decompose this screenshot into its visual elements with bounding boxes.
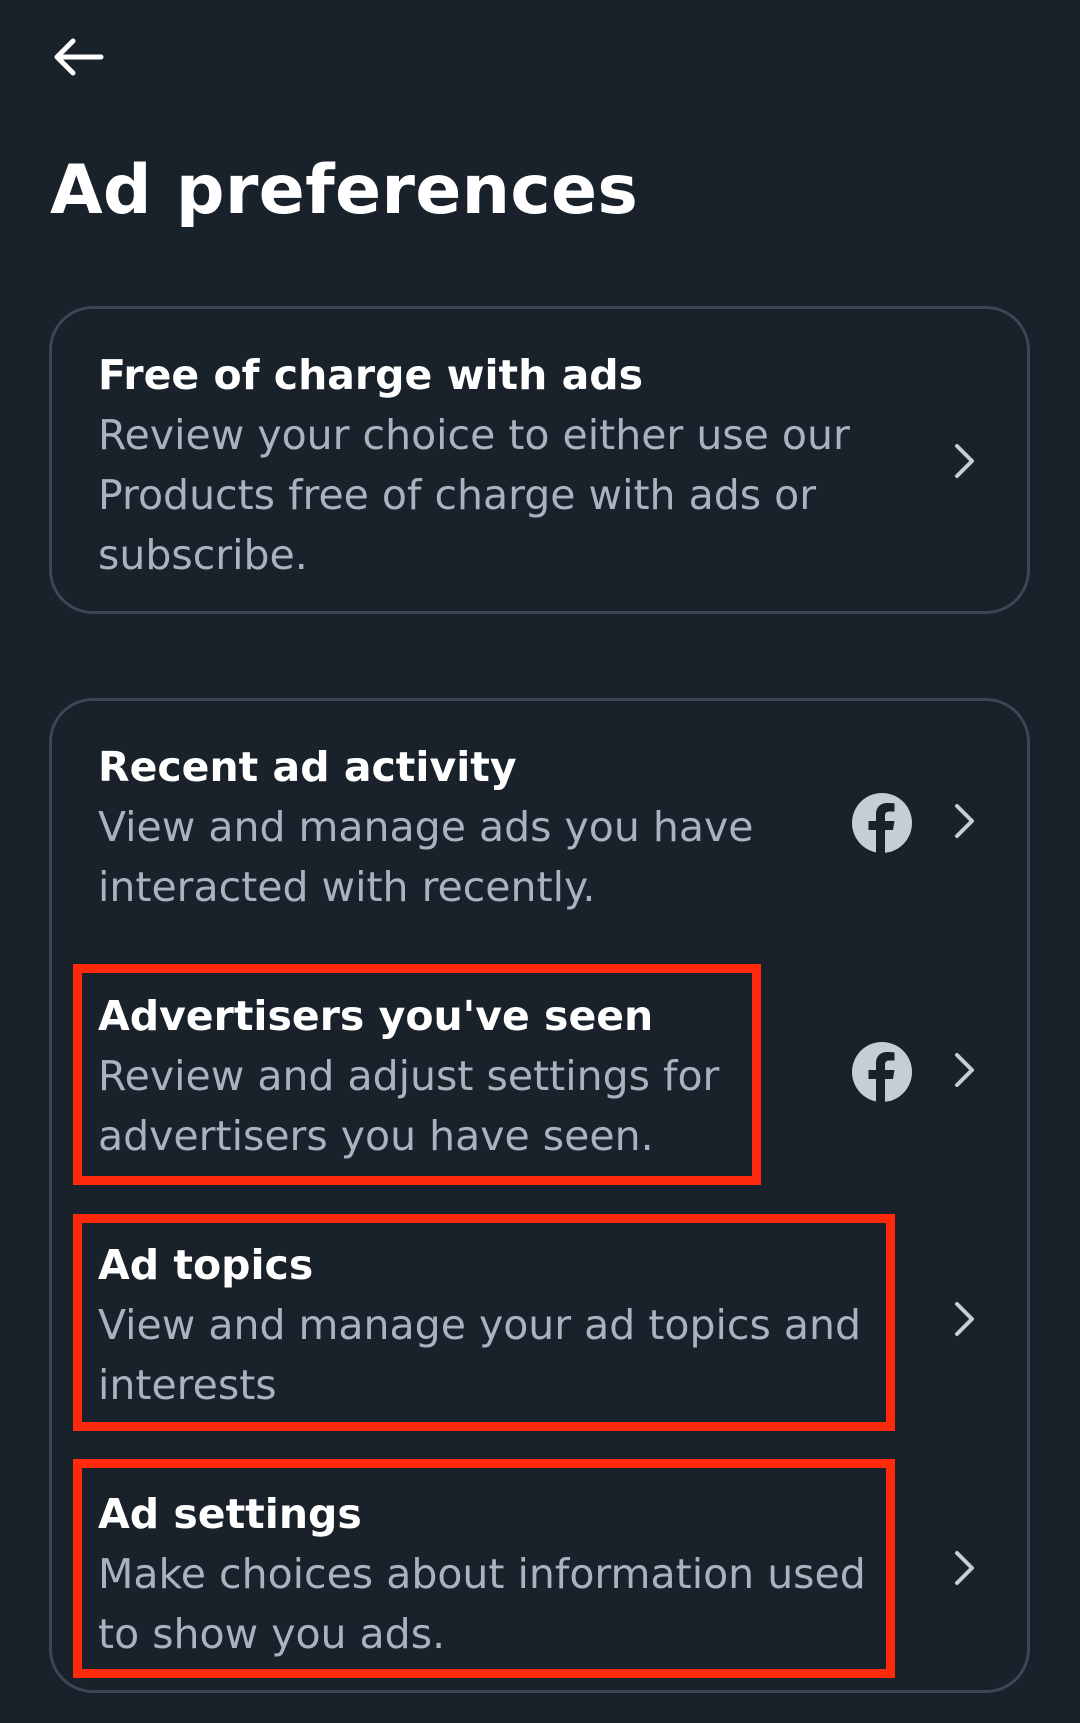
arrow-left-icon xyxy=(54,38,104,76)
row-text: Free of charge with ads Review your choi… xyxy=(98,345,858,585)
row-text: Ad topics View and manage your ad topics… xyxy=(98,1235,878,1415)
free-of-charge-with-ads-row[interactable]: Free of charge with ads Review your choi… xyxy=(98,345,1027,585)
row-text: Advertisers you've seen Review and adjus… xyxy=(98,986,858,1166)
recent-ad-activity-row[interactable]: Recent ad activity View and manage ads y… xyxy=(98,737,1027,927)
facebook-icon xyxy=(852,1042,912,1103)
row-description: View and manage ads you have interacted … xyxy=(98,803,754,911)
row-description: Review and adjust settings for advertise… xyxy=(98,1052,720,1160)
row-description: View and manage your ad topics and inter… xyxy=(98,1301,862,1409)
row-description: Review your choice to either use our Pro… xyxy=(98,411,850,579)
chevron-right-icon xyxy=(955,1551,974,1585)
advertisers-youve-seen-row[interactable]: Advertisers you've seen Review and adjus… xyxy=(98,986,1027,1176)
row-title: Ad topics xyxy=(98,1241,314,1289)
chevron-right-icon xyxy=(955,804,974,838)
row-text: Ad settings Make choices about informati… xyxy=(98,1484,888,1664)
page-title: Ad preferences xyxy=(50,151,639,230)
row-description: Make choices about information used to s… xyxy=(98,1550,866,1658)
row-title: Recent ad activity xyxy=(98,743,517,791)
row-title: Ad settings xyxy=(98,1490,362,1538)
chevron-right-icon xyxy=(955,1302,974,1336)
back-button[interactable] xyxy=(48,30,108,84)
ad-settings-row[interactable]: Ad settings Make choices about informati… xyxy=(98,1484,1027,1674)
chevron-right-icon xyxy=(955,444,974,478)
row-text: Recent ad activity View and manage ads y… xyxy=(98,737,858,917)
ad-topics-row[interactable]: Ad topics View and manage your ad topics… xyxy=(98,1235,1027,1425)
row-title: Free of charge with ads xyxy=(98,351,643,399)
chevron-right-icon xyxy=(955,1053,974,1087)
subscription-card: Free of charge with ads Review your choi… xyxy=(49,306,1030,614)
ad-activity-card: Recent ad activity View and manage ads y… xyxy=(49,698,1030,1693)
facebook-icon xyxy=(852,793,912,854)
row-title: Advertisers you've seen xyxy=(98,992,654,1040)
